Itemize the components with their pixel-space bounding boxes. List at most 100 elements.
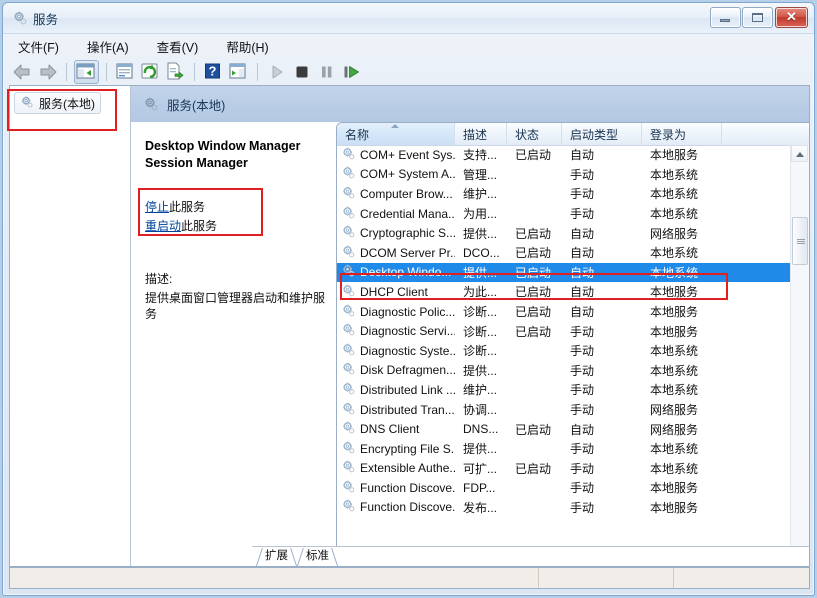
table-row[interactable]: Diagnostic Syste...诊断...手动本地系统	[337, 341, 791, 361]
menu-help[interactable]: 帮助(H)	[223, 35, 271, 58]
stop-service-link[interactable]: 停止	[145, 200, 169, 214]
toolbar-separator-4	[257, 63, 258, 81]
service-gear-icon	[341, 165, 356, 183]
table-row[interactable]: Diagnostic Servi...诊断...已启动手动本地服务	[337, 321, 791, 341]
start-service-icon[interactable]	[265, 61, 288, 83]
table-row[interactable]: Distributed Link ...维护...手动本地系统	[337, 380, 791, 400]
table-row[interactable]: Extensible Authe...可扩...已启动手动本地系统	[337, 459, 791, 479]
restart-service-suffix: 此服务	[181, 219, 217, 233]
cell-desc: 诊断...	[455, 323, 507, 340]
scrollbar-thumb[interactable]	[792, 217, 808, 265]
cell-startup: 手动	[562, 381, 642, 398]
table-row[interactable]: Diagnostic Polic...诊断...已启动自动本地服务	[337, 302, 791, 322]
back-icon[interactable]	[11, 61, 34, 83]
pause-service-icon[interactable]	[315, 61, 338, 83]
cell-state: 已启动	[507, 264, 562, 281]
table-row[interactable]: Function Discove...FDP...手动本地服务	[337, 478, 791, 498]
properties-icon[interactable]	[114, 61, 137, 83]
service-gear-icon	[341, 283, 356, 301]
service-gear-icon	[341, 401, 356, 419]
show-hide-tree-icon[interactable]	[74, 60, 99, 84]
cell-name: Credential Mana...	[337, 205, 455, 223]
column-header-filler	[722, 123, 809, 145]
refresh-icon[interactable]	[139, 61, 162, 83]
export-list-icon[interactable]	[164, 61, 187, 83]
table-row[interactable]: Desktop Windo...提供...已启动自动本地系统	[337, 263, 791, 283]
stop-service-suffix: 此服务	[169, 200, 205, 214]
services-gear-icon	[143, 96, 159, 112]
cell-state: 已启动	[507, 225, 562, 242]
service-title-line1: Desktop Window Manager	[145, 138, 326, 155]
service-name-label: Distributed Tran...	[360, 403, 455, 417]
cell-name: Extensible Authe...	[337, 459, 455, 477]
list-vertical-scrollbar[interactable]	[790, 145, 809, 566]
service-gear-icon	[341, 263, 356, 281]
scroll-up-button[interactable]	[791, 145, 808, 162]
menu-file[interactable]: 文件(F)	[15, 35, 62, 58]
column-header-name[interactable]: 名称	[337, 123, 455, 145]
table-row[interactable]: Computer Brow...维护...手动本地系统	[337, 184, 791, 204]
table-row[interactable]: COM+ System A...管理...手动本地系统	[337, 165, 791, 185]
stop-service-icon[interactable]	[290, 61, 313, 83]
table-row[interactable]: DCOM Server Pr...DCO...已启动自动本地系统	[337, 243, 791, 263]
tab-standard[interactable]: 标准	[297, 548, 338, 566]
table-row[interactable]: COM+ Event Sys...支持...已启动自动本地服务	[337, 145, 791, 165]
menu-action[interactable]: 操作(A)	[84, 35, 132, 58]
cell-state: 已启动	[507, 244, 562, 261]
svg-text:?: ?	[209, 63, 217, 78]
cell-name: Diagnostic Syste...	[337, 342, 455, 360]
column-header-startup[interactable]: 启动类型	[562, 123, 642, 145]
restart-service-link[interactable]: 重启动	[145, 219, 181, 233]
client-area: 服务(本地) 服务(本地)	[9, 85, 810, 567]
column-header-desc[interactable]: 描述	[455, 123, 507, 145]
stop-service-action: 停止此服务	[145, 198, 326, 217]
cell-logon: 本地系统	[642, 440, 722, 457]
column-header-state[interactable]: 状态	[507, 123, 562, 145]
minimize-button[interactable]	[710, 7, 741, 28]
cell-state: 已启动	[507, 323, 562, 340]
list-header-row: 名称 描述状态启动类型 登录为	[337, 123, 809, 146]
table-row[interactable]: Encrypting File S...提供...手动本地系统	[337, 439, 791, 459]
console-tree-pane: 服务(本地)	[10, 86, 131, 566]
maximize-button[interactable]	[742, 7, 773, 28]
close-button[interactable]: ✕	[775, 7, 808, 28]
service-name-label: COM+ Event Sys...	[360, 148, 455, 162]
table-row[interactable]: DHCP Client为此...已启动自动本地服务	[337, 282, 791, 302]
service-gear-icon	[341, 381, 356, 399]
cell-desc: 维护...	[455, 381, 507, 398]
table-row[interactable]: Function Discove...发布...手动本地服务	[337, 498, 791, 518]
service-name-label: Credential Mana...	[360, 207, 455, 221]
cell-logon: 网络服务	[642, 225, 722, 242]
cell-desc: 提供...	[455, 264, 507, 281]
column-header-logon[interactable]: 登录为	[642, 123, 722, 145]
service-gear-icon	[341, 440, 356, 458]
table-row[interactable]: Disk Defragmen...提供...手动本地系统	[337, 361, 791, 381]
cell-name: Encrypting File S...	[337, 440, 455, 458]
forward-icon[interactable]	[36, 61, 59, 83]
service-name-label: Extensible Authe...	[360, 461, 455, 475]
column-header-label: 启动类型	[570, 128, 618, 142]
toolbar: ?	[3, 58, 814, 85]
table-row[interactable]: Credential Mana...为用...手动本地系统	[337, 204, 791, 224]
show-action-pane-icon[interactable]	[227, 61, 250, 83]
menu-view[interactable]: 查看(V)	[154, 35, 202, 58]
cell-name: Function Discove...	[337, 479, 455, 497]
column-header-label: 名称	[345, 128, 369, 142]
cell-logon: 本地服务	[642, 283, 722, 300]
description-label: 描述:	[145, 270, 326, 287]
cell-state: 已启动	[507, 283, 562, 300]
cell-desc: DCO...	[455, 246, 507, 260]
cell-name: Cryptographic S...	[337, 224, 455, 242]
table-row[interactable]: Cryptographic S...提供...已启动自动网络服务	[337, 223, 791, 243]
services-list-wrapper: 名称 描述状态启动类型 登录为 COM+ Event Sys...支持...已启动自…	[336, 108, 809, 566]
cell-desc: 提供...	[455, 440, 507, 457]
table-row[interactable]: Distributed Tran...协调...手动网络服务	[337, 400, 791, 420]
service-title: Desktop Window Manager Session Manager	[145, 138, 326, 172]
table-row[interactable]: DNS ClientDNS...已启动自动网络服务	[337, 419, 791, 439]
help-icon[interactable]: ?	[202, 61, 225, 83]
sort-ascending-icon	[391, 124, 399, 128]
sidebar-item-services-local[interactable]: 服务(本地)	[14, 92, 101, 114]
restart-service-icon[interactable]	[340, 61, 363, 83]
service-gear-icon	[341, 224, 356, 242]
tab-extended[interactable]: 扩展	[256, 548, 297, 566]
